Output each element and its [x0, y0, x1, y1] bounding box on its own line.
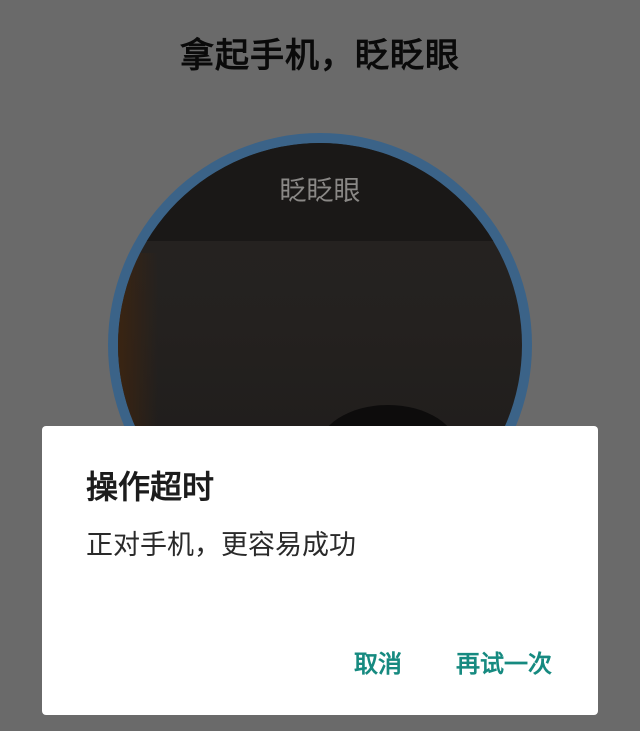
dialog-message: 正对手机，更容易成功: [86, 530, 356, 561]
face-verification-screen: 拿起手机，眨眨眼 眨眨眼 操作超时 正对手机，更容易成功 取消 再试一次: [0, 0, 640, 731]
retry-button[interactable]: 再试一次: [456, 644, 552, 679]
dialog-title: 操作超时: [86, 468, 215, 506]
cancel-button[interactable]: 取消: [354, 644, 402, 679]
timeout-dialog: 操作超时 正对手机，更容易成功 取消 再试一次: [42, 426, 598, 715]
page-title: 拿起手机，眨眨眼: [180, 36, 460, 76]
camera-hint-text: 眨眨眼: [279, 176, 361, 207]
